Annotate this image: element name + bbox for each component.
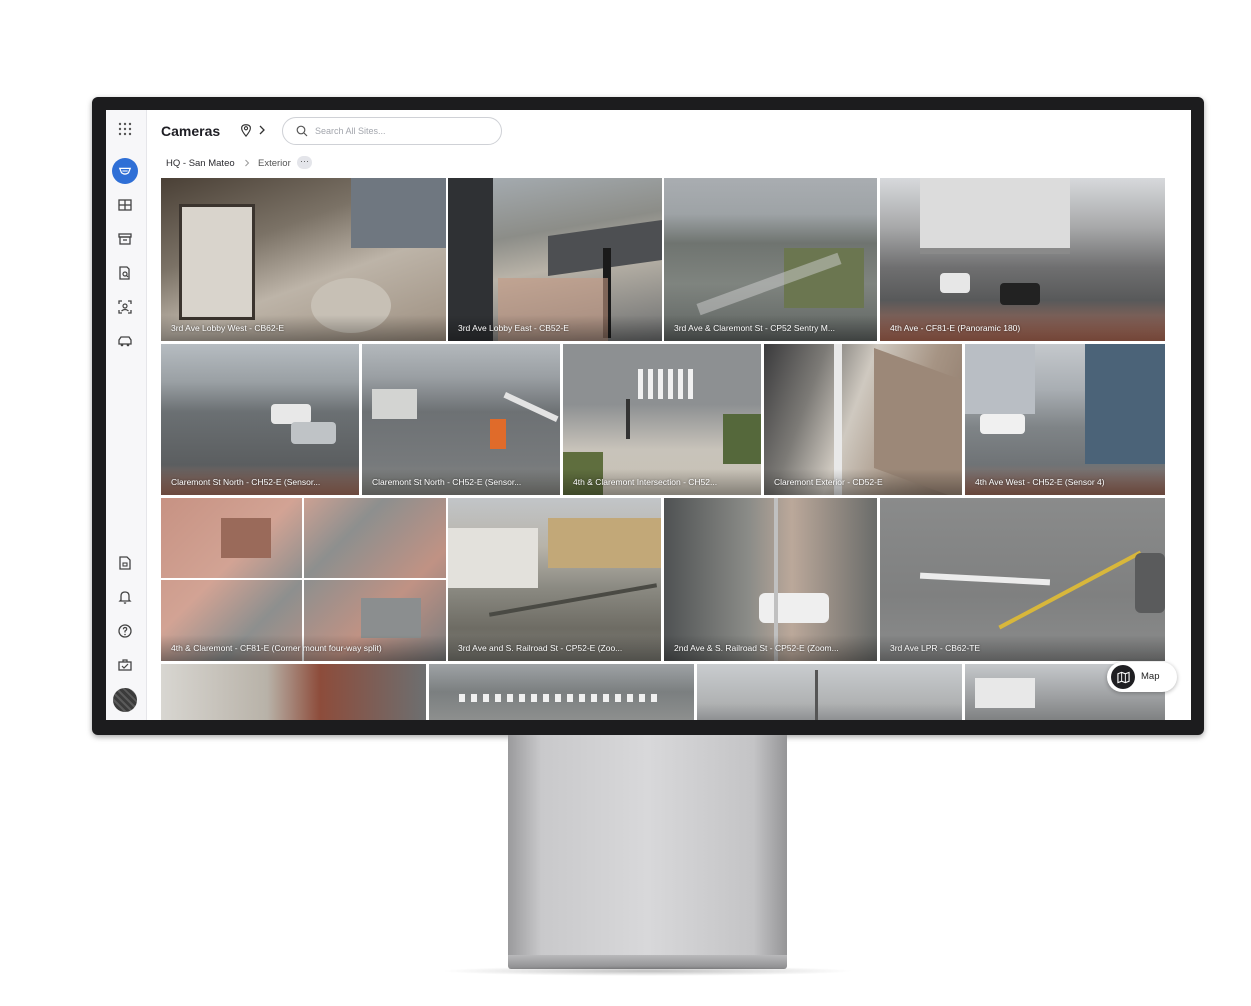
camera-label: 4th Ave West - CH52-E (Sensor 4): [975, 477, 1105, 487]
monitor-stand: [508, 735, 787, 957]
camera-tile[interactable]: 4th Ave - CF81-E (Panoramic 180): [880, 178, 1165, 341]
camera-tile[interactable]: Claremont St North - CH52-E (Sensor...: [161, 344, 359, 495]
camera-tile[interactable]: [161, 664, 426, 720]
camera-tile[interactable]: [429, 664, 694, 720]
camera-label: Claremont St North - CH52-E (Sensor...: [171, 477, 321, 487]
cameras-nav-button[interactable]: [112, 158, 138, 184]
map-button-label: Map: [1141, 671, 1160, 682]
camera-tile[interactable]: [697, 664, 962, 720]
camera-label: 4th & Claremont - CF81-E (Corner mount f…: [171, 643, 382, 653]
help-icon[interactable]: [114, 620, 136, 642]
camera-label: 2nd Ave & S. Railroad St - CP52-E (Zoom.…: [674, 643, 839, 653]
app-screen: Cameras HQ - San Mateo Exterior ··· 3rd …: [106, 110, 1191, 720]
camera-label: 3rd Ave & Claremont St - CP52 Sentry M..…: [674, 323, 835, 333]
camera-label: 3rd Ave LPR - CB62-TE: [890, 643, 981, 653]
sidebar: [106, 110, 147, 720]
breadcrumb-site[interactable]: HQ - San Mateo: [166, 158, 235, 169]
map-button[interactable]: Map: [1107, 662, 1177, 692]
camera-label: 3rd Ave Lobby West - CB62-E: [171, 323, 285, 333]
camera-label: 4th & Claremont Intersection - CH52...: [573, 477, 718, 487]
camera-tile[interactable]: Claremont Exterior - CD52-E: [764, 344, 962, 495]
avatar[interactable]: [113, 688, 137, 712]
camera-label: Claremont St North - CH52-E (Sensor...: [372, 477, 522, 487]
more-options-button[interactable]: ···: [297, 156, 312, 169]
camera-tile[interactable]: 3rd Ave Lobby West - CB62-E: [161, 178, 446, 341]
camera-tile[interactable]: 3rd Ave LPR - CB62-TE: [880, 498, 1165, 661]
face-scan-icon[interactable]: [114, 296, 136, 318]
camera-label: 3rd Ave Lobby East - CB52-E: [458, 323, 569, 333]
camera-tile[interactable]: 2nd Ave & S. Railroad St - CP52-E (Zoom.…: [664, 498, 877, 661]
camera-tile[interactable]: 3rd Ave and S. Railroad St - CP52-E (Zoo…: [448, 498, 661, 661]
grid-view-icon[interactable]: [114, 194, 136, 216]
page-title: Cameras: [161, 123, 221, 139]
search-box[interactable]: [282, 117, 502, 145]
camera-tile[interactable]: 4th & Claremont Intersection - CH52...: [563, 344, 761, 495]
bell-icon[interactable]: [114, 586, 136, 608]
camera-label: 4th Ave - CF81-E (Panoramic 180): [890, 323, 1021, 333]
chevron-right-icon[interactable]: [258, 125, 266, 135]
map-icon-wrap: [1111, 665, 1135, 689]
search-input[interactable]: [313, 121, 497, 141]
location-pin-icon[interactable]: [239, 123, 253, 137]
search-icon: [296, 125, 308, 137]
stand-shadow: [440, 966, 855, 976]
report-icon[interactable]: [114, 552, 136, 574]
camera-label: Claremont Exterior - CD52-E: [774, 477, 883, 487]
toolbox-icon[interactable]: [114, 654, 136, 676]
breadcrumb-group[interactable]: Exterior: [258, 158, 291, 169]
camera-tile[interactable]: 3rd Ave & Claremont St - CP52 Sentry M..…: [664, 178, 877, 341]
cameras-icon: [118, 167, 132, 175]
camera-label: 3rd Ave and S. Railroad St - CP52-E (Zoo…: [458, 643, 623, 653]
camera-tile[interactable]: 4th & Claremont - CF81-E (Corner mount f…: [161, 498, 446, 661]
map-icon: [1116, 671, 1130, 683]
archive-icon[interactable]: [114, 228, 136, 250]
vehicle-icon[interactable]: [114, 330, 136, 352]
breadcrumb-chevron-icon: [245, 159, 250, 167]
camera-tile[interactable]: 4th Ave West - CH52-E (Sensor 4): [965, 344, 1165, 495]
apps-grid-icon[interactable]: [114, 118, 136, 140]
search-doc-icon[interactable]: [114, 262, 136, 284]
camera-tile[interactable]: Claremont St North - CH52-E (Sensor...: [362, 344, 560, 495]
camera-tile[interactable]: 3rd Ave Lobby East - CB52-E: [448, 178, 662, 341]
